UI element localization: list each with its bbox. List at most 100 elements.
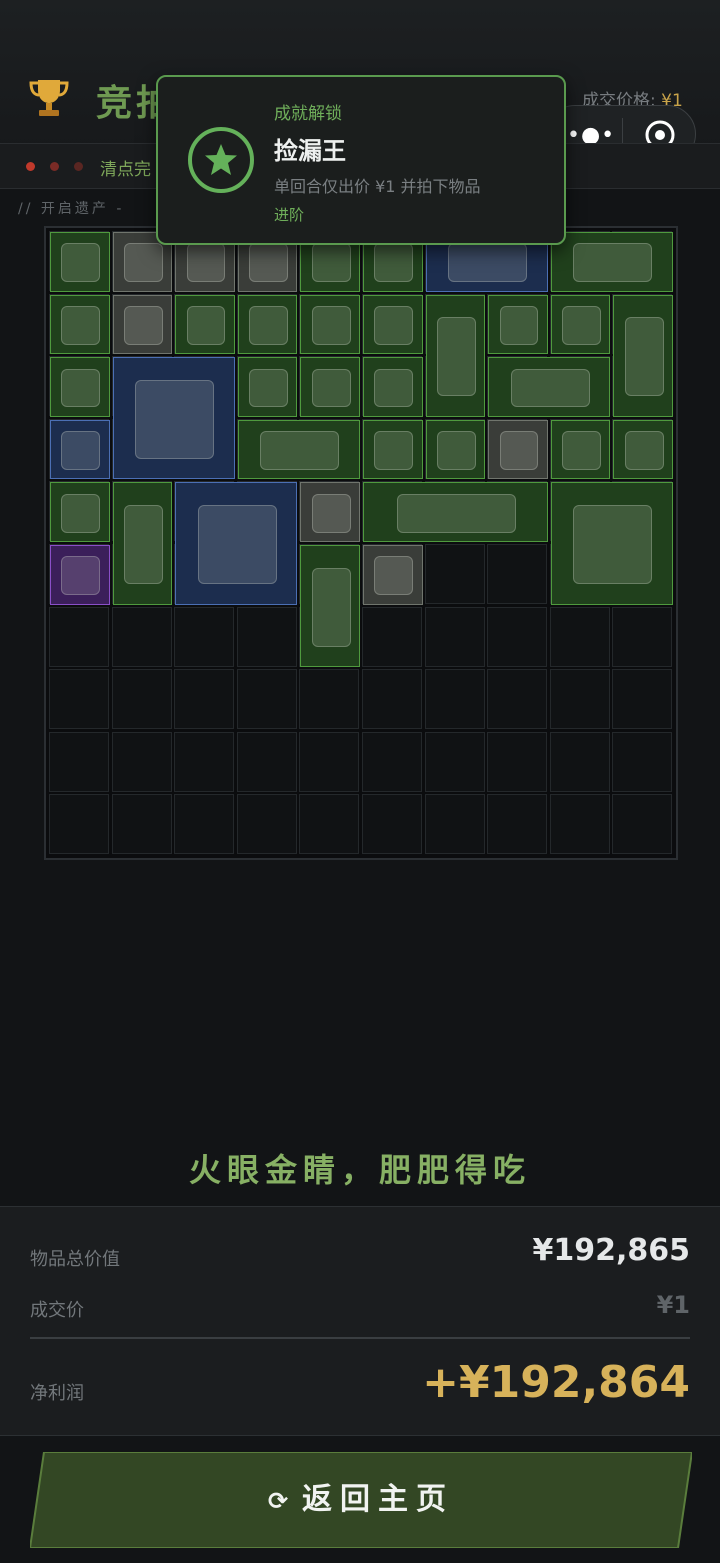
item-beach-poster[interactable]: [550, 482, 673, 605]
grid-cell: [612, 731, 673, 792]
item-smart-speaker[interactable]: [550, 419, 611, 480]
grid-cell: [362, 731, 422, 792]
grid-cell: [362, 606, 422, 667]
status-dot-3: [74, 162, 83, 171]
item-chip[interactable]: [50, 545, 110, 605]
grid-cell: [549, 669, 610, 730]
grid-cell: [49, 731, 109, 792]
grid-cell: [111, 731, 172, 792]
item-magazine[interactable]: [112, 357, 235, 480]
chip-icon: [61, 556, 101, 596]
grid-cell: [424, 669, 485, 730]
achievement-name: 捡漏王: [274, 137, 346, 165]
item-old-map[interactable]: [237, 419, 360, 480]
achievement-kicker: 成就解锁: [274, 104, 342, 124]
item-spray-can[interactable]: [300, 545, 360, 668]
trophy-icon: [26, 74, 72, 120]
grid-cell: [236, 731, 297, 792]
syringe-icon: [249, 368, 289, 408]
grid-cell: [49, 794, 109, 855]
hose-icon: [61, 305, 101, 345]
return-home-button[interactable]: ⟳ 返回主页: [30, 1452, 692, 1548]
item-coffee-bag[interactable]: [425, 294, 486, 417]
item-keyboard[interactable]: [488, 357, 611, 417]
coffee-jar-icon: [311, 305, 351, 345]
grid-cell: [362, 794, 422, 855]
old-documents-icon: [573, 243, 653, 283]
item-bullet-lighter[interactable]: [488, 294, 548, 355]
good-luck-card-icon: [249, 305, 289, 345]
grid-cell: [612, 794, 673, 855]
item-battery[interactable]: [363, 294, 423, 355]
item-display-box[interactable]: [112, 482, 173, 605]
grid-cell: [299, 794, 360, 855]
item-tweezers[interactable]: [50, 482, 110, 542]
grid-cell: [174, 606, 235, 667]
item-tray[interactable]: [50, 357, 110, 417]
playing-card-icon: [186, 243, 226, 283]
item-tablet[interactable]: [175, 482, 298, 605]
refresh-icon: ⟳: [267, 1487, 289, 1515]
item-playing-card[interactable]: [488, 419, 548, 480]
grid-cell: [236, 606, 297, 667]
scissors-icon: [123, 305, 163, 345]
tobacco-pipe-icon: [448, 243, 528, 283]
grid-cell: [487, 544, 548, 604]
tape-measure-icon: [311, 493, 351, 533]
grid-cell: [487, 731, 548, 792]
achievement-popup[interactable]: 成就解锁 捡漏王 单回合仅出价 ¥1 并拍下物品 进阶: [156, 75, 566, 245]
item-cable-coil[interactable]: [50, 232, 110, 292]
grid-cell: [111, 669, 172, 730]
item-scissors[interactable]: [112, 294, 173, 355]
item-good-luck-card[interactable]: [237, 294, 298, 355]
magazine-icon: [135, 379, 215, 459]
grid-cell: [549, 606, 610, 667]
duct-tape-icon: [123, 243, 163, 283]
motto-text: 火眼金睛，肥肥得吃: [188, 1151, 531, 1189]
smart-speaker-icon: [562, 431, 602, 471]
grid-cell: [549, 794, 610, 855]
item-power-strip[interactable]: [613, 419, 673, 480]
item-cpu-cooler[interactable]: [175, 294, 235, 355]
item-screwdriver[interactable]: [550, 294, 611, 355]
deal-price-label: 成交价: [30, 1300, 84, 1321]
summary-divider: [30, 1337, 690, 1339]
grid-cell: [612, 669, 673, 730]
item-power-bank[interactable]: [363, 357, 423, 417]
item-wrench[interactable]: [425, 419, 486, 480]
achievement-description: 单回合仅出价 ¥1 并拍下物品: [274, 177, 481, 196]
item-old-documents[interactable]: [550, 232, 673, 292]
item-playing-card[interactable]: [363, 545, 423, 605]
coffee-bag-icon: [436, 317, 476, 397]
inventory-grid: [44, 226, 678, 860]
item-syringe[interactable]: [237, 357, 298, 417]
grid-cell: [487, 606, 548, 667]
cable-coil-icon: [311, 243, 351, 283]
achievement-tier: 进阶: [274, 206, 305, 224]
item-hose[interactable]: [50, 294, 110, 355]
item-hand-saw[interactable]: [363, 482, 548, 542]
item-water-bottle[interactable]: [300, 357, 360, 417]
item-battery[interactable]: [363, 419, 423, 480]
item-tape-measure[interactable]: [300, 482, 360, 542]
item-display-box[interactable]: [613, 294, 673, 417]
bullet-lighter-icon: [499, 305, 539, 345]
item-coffee-jar[interactable]: [300, 294, 360, 355]
grid-cell: [487, 794, 548, 855]
grid-cell: [549, 731, 610, 792]
grid-cell: [299, 669, 360, 730]
grid-cell: [299, 731, 360, 792]
item-tea-tin[interactable]: [50, 419, 110, 480]
total-value: ¥192,865: [532, 1233, 690, 1268]
battery-icon: [374, 305, 414, 345]
beach-poster-icon: [573, 505, 653, 584]
grid-cell: [362, 669, 422, 730]
spray-can-icon: [311, 567, 351, 647]
grid-cell: [236, 794, 297, 855]
playing-card-icon: [374, 556, 414, 596]
tray-icon: [61, 368, 101, 408]
grid-cell: [424, 606, 485, 667]
grid-cell: [236, 669, 297, 730]
pen-icon: [249, 243, 289, 283]
screwdriver-icon: [562, 305, 602, 345]
